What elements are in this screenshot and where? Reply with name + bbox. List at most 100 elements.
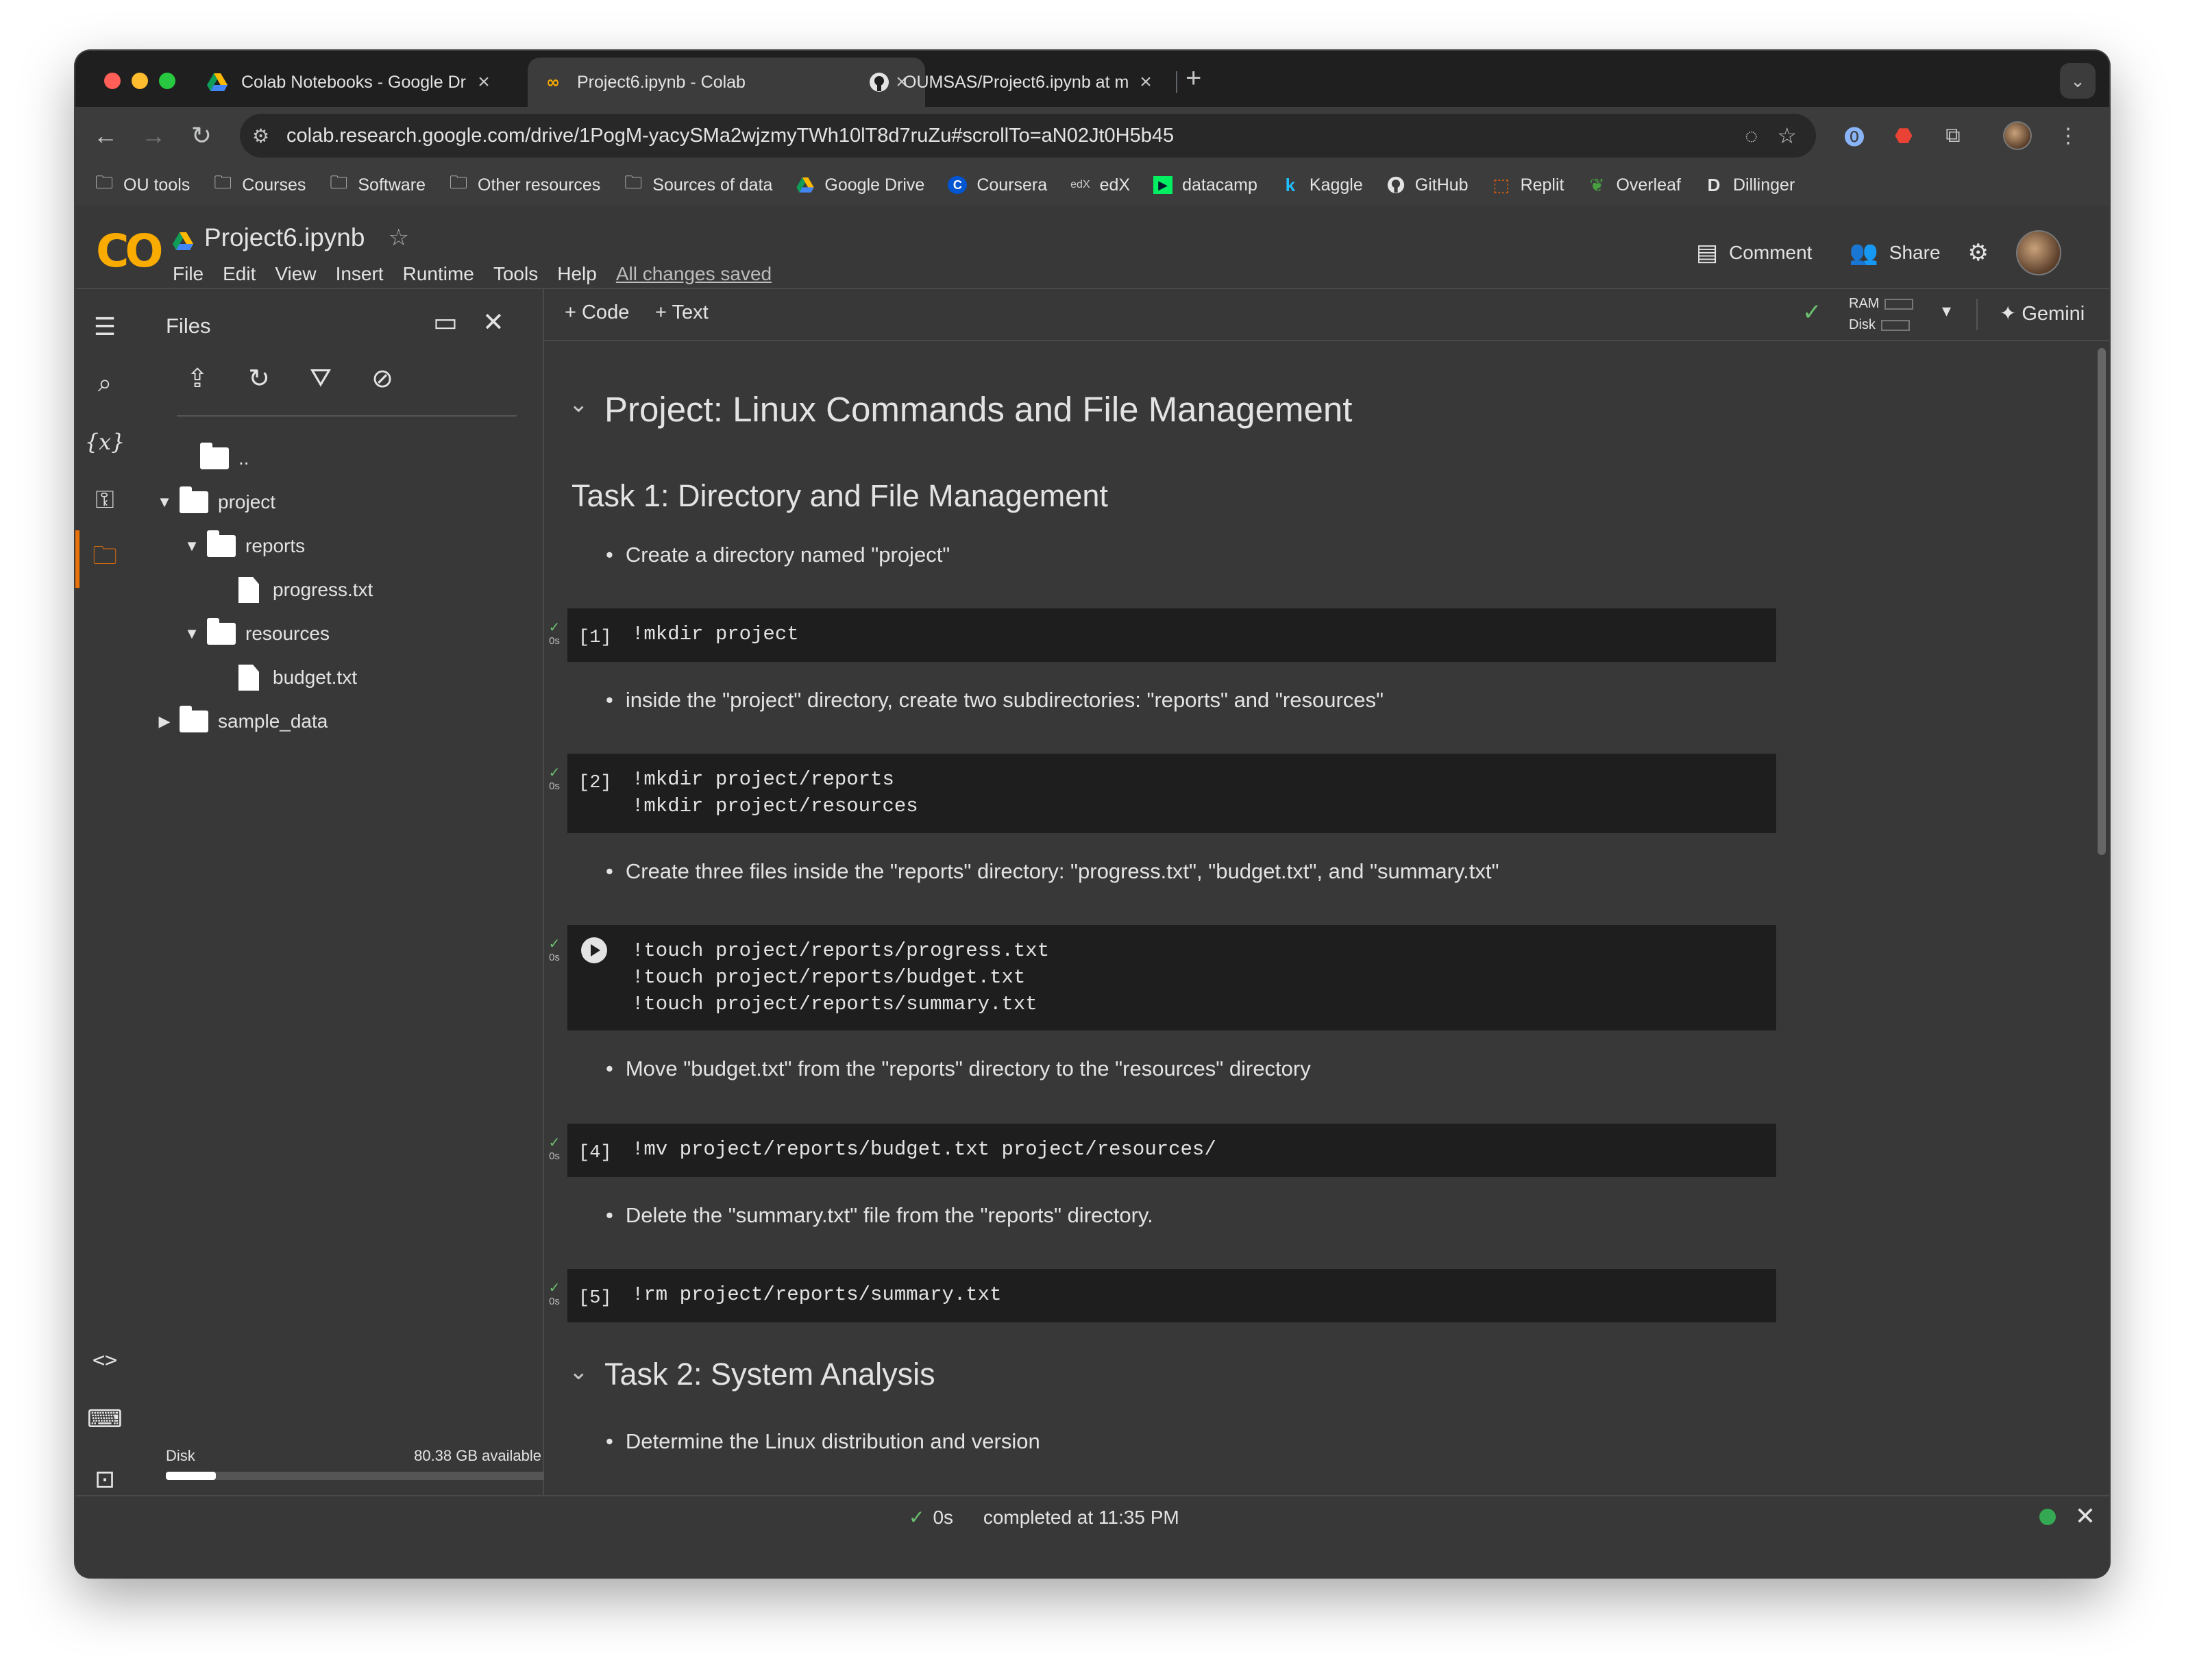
notebook-title[interactable]: Project6.ipynb [204,223,365,252]
bookmark-software[interactable]: 🗀 Software [329,170,426,200]
add-code-button[interactable]: + Code [565,301,629,324]
browser-menu-icon[interactable]: ⋮ [2052,119,2085,152]
close-icon[interactable]: ✕ [2075,1502,2096,1531]
menu-runtime[interactable]: Runtime [403,263,474,285]
menu-view[interactable]: View [275,263,316,285]
gemini-button[interactable]: ✦ Gemini [2000,301,2085,325]
eye-off-icon[interactable]: ◌ [1745,123,1758,149]
reload-button[interactable]: ↻ [185,119,218,152]
menu-tools[interactable]: Tools [493,263,538,285]
open-in-tab-icon[interactable]: ▭ [433,307,458,338]
upload-file-icon[interactable]: ⇪ [177,358,218,399]
bookmark-overleaf[interactable]: ❦ Overleaf [1587,175,1681,196]
key-icon[interactable]: ⚿ [86,481,123,518]
code-cell[interactable]: ✓ 0s !touch project/reports/progress.txt … [549,925,1776,1030]
chevron-right-icon[interactable]: ▶ [151,713,178,730]
bookmark-datacamp[interactable]: ▶ datacamp [1153,175,1257,195]
chevron-down-icon[interactable]: ⌄ [569,391,589,418]
bookmark-star-icon[interactable]: ☆ [1777,123,1797,149]
add-text-button[interactable]: + Text [655,301,709,324]
bookmark-other-resources[interactable]: 🗀 Other resources [449,170,600,200]
site-settings-icon[interactable]: ⚙ [252,125,280,147]
bookmark-google-drive[interactable]: Google Drive [796,175,924,195]
execution-status[interactable]: ✓ 0s completed at 11:35 PM [909,1506,1179,1529]
tab-search-button[interactable]: ⌄ [2060,63,2096,99]
menu-file[interactable]: File [173,263,204,285]
bookmark-github[interactable]: GitHub [1386,175,1469,195]
mount-drive-icon[interactable]: ⛛ [300,358,341,399]
forward-button[interactable]: → [137,119,170,152]
bookmark-dillinger[interactable]: D Dillinger [1704,175,1795,196]
hide-files-icon[interactable]: ⊘ [362,358,403,399]
tab-github[interactable]: OUMSAS/Project6.ipynb at m × [854,58,1169,107]
folder-icon: 🗀 [214,172,232,193]
code-cell[interactable]: ✓ 0s [4] !mv project/reports/budget.txt p… [549,1124,1776,1177]
scrollbar-thumb[interactable] [2098,348,2106,855]
share-button[interactable]: 👥 Share [1849,239,1940,267]
account-avatar[interactable] [2016,230,2061,275]
code-cell[interactable]: ✓ 0s [1] !mkdir project [549,608,1776,662]
bookmark-coursera[interactable]: C Coursera [948,175,1047,195]
code-snippets-icon[interactable]: <> [86,1342,123,1379]
cell-code[interactable]: !mkdir project/reports !mkdir project/re… [632,766,918,819]
bookmark-courses[interactable]: 🗀 Courses [213,170,306,200]
adblock-icon[interactable]: ⬣ [1887,119,1920,152]
refresh-icon[interactable]: ↻ [238,358,280,399]
resource-monitor[interactable]: RAM Disk [1849,293,1914,336]
close-icon[interactable]: ✕ [482,307,504,338]
terminal-icon[interactable]: ⊡ [86,1461,123,1498]
cell-code[interactable]: !touch project/reports/progress.txt !tou… [632,937,1049,1017]
bookmark-edx[interactable]: edX edX [1070,175,1130,195]
run-cell-button[interactable] [581,937,607,963]
close-tab-icon[interactable]: × [474,71,493,94]
address-bar[interactable]: ⚙ colab.research.google.com/drive/1PogM-… [240,114,1816,158]
new-tab-button[interactable]: + [1186,63,1201,94]
password-manager-icon[interactable]: ⓿ [1838,119,1871,152]
chevron-down-icon[interactable]: ▼ [178,625,206,643]
tree-item-resources[interactable]: ▼ resources [178,617,330,651]
tree-item-sample-data[interactable]: ▶ sample_data [151,704,328,739]
close-tab-icon[interactable]: × [1136,71,1155,94]
cell-code[interactable]: !rm project/reports/summary.txt [632,1281,1002,1308]
maximize-window-button[interactable] [159,73,175,89]
extensions-icon[interactable]: ⧉ [1937,119,1969,152]
settings-button[interactable]: ⚙ [1968,239,1989,267]
star-icon[interactable]: ☆ [388,224,408,251]
menu-help[interactable]: Help [557,263,597,285]
colab-logo[interactable]: CO [96,225,164,277]
save-status[interactable]: All changes saved [616,263,772,285]
tree-parent-folder[interactable]: .. [199,441,249,475]
cell-code[interactable]: !mkdir project [632,621,799,647]
tab-colab-notebooks[interactable]: Colab Notebooks - Google Dr × [192,58,507,107]
close-window-button[interactable] [104,73,121,89]
url-text[interactable]: colab.research.google.com/drive/1PogM-ya… [286,125,1745,147]
folder-icon[interactable]: 🗀 [86,540,123,577]
cell-code[interactable]: !mv project/reports/budget.txt project/r… [632,1136,1216,1163]
notebook-scrollbar[interactable] [2096,341,2108,1494]
comment-button[interactable]: ▤ Comment [1696,239,1813,267]
profile-avatar[interactable] [2001,119,2034,152]
tree-item-project[interactable]: ▼ project [151,485,275,519]
tree-item-progress-txt[interactable]: progress.txt [233,573,373,607]
chevron-down-icon[interactable]: ▼ [151,493,178,511]
chevron-down-icon[interactable]: ⌄ [569,1358,589,1385]
bookmark-replit[interactable]: ⬚ Replit [1492,175,1564,196]
minimize-window-button[interactable] [132,73,148,89]
bookmark-kaggle[interactable]: k Kaggle [1281,175,1363,196]
variables-icon[interactable]: {x} [85,423,125,460]
ram-meter [1884,298,1914,310]
chevron-down-icon[interactable]: ▼ [178,537,206,555]
code-cell[interactable]: ✓ 0s [2] !mkdir project/reports !mkdir pr… [549,754,1776,833]
bookmark-sources-of-data[interactable]: 🗀 Sources of data [624,170,772,200]
search-icon[interactable]: ⌕ [86,365,123,402]
bookmark-ou-tools[interactable]: 🗀 OU tools [95,170,190,200]
command-palette-icon[interactable]: ⌨ [86,1400,123,1437]
runtime-dropdown-icon[interactable]: ▾ [1942,300,1951,321]
tree-item-budget-txt[interactable]: budget.txt [233,660,357,695]
menu-insert[interactable]: Insert [336,263,384,285]
code-cell[interactable]: ✓ 0s [5] !rm project/reports/summary.txt [549,1269,1776,1322]
menu-edit[interactable]: Edit [223,263,256,285]
tree-item-reports[interactable]: ▼ reports [178,529,305,563]
back-button[interactable]: ← [89,119,122,152]
table-of-contents-icon[interactable]: ☰ [86,308,123,345]
